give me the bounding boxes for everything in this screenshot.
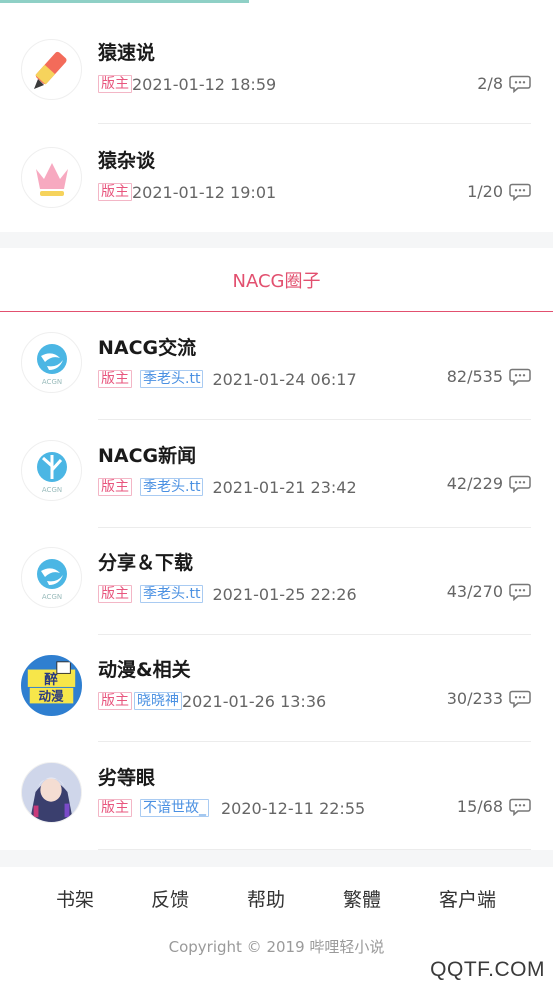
- comment-icon: [509, 75, 531, 93]
- forum-stats: 15/68: [457, 797, 531, 816]
- post-datetime: 2020-12-11 22:55: [221, 798, 366, 818]
- forum-meta: 版主 季老头.tt 2021-01-24 06:17: [98, 369, 357, 389]
- comment-icon: [509, 690, 531, 708]
- moderator-name-tag[interactable]: 季老头.tt: [140, 478, 204, 496]
- forum-stats: 82/535: [447, 367, 531, 386]
- footer-link-feedback[interactable]: 反馈: [151, 885, 189, 912]
- section-header: NACG圈子: [0, 248, 553, 312]
- acgn-logo-icon: ACGN: [21, 440, 82, 501]
- post-datetime: 2021-01-25 22:26: [212, 584, 357, 604]
- footer-link-client[interactable]: 客户端: [439, 885, 496, 912]
- post-datetime: 2021-01-12 19:01: [132, 182, 277, 202]
- forum-stats: 2/8: [477, 74, 531, 93]
- moderator-tag: 版主: [98, 478, 132, 496]
- forum-meta: 版主 晓晓神 2021-01-26 13:36: [98, 691, 326, 711]
- forum-title[interactable]: 猿杂谈: [98, 150, 155, 172]
- comment-icon: [509, 583, 531, 601]
- forum-meta: 版主 2021-01-12 19:01: [98, 182, 276, 202]
- thread-count: 15/68: [456, 797, 503, 816]
- anime-character-icon: [21, 762, 82, 823]
- forum-title[interactable]: 分享＆下载: [98, 552, 193, 574]
- top-progress-accent: [0, 0, 249, 3]
- moderator-name-tag[interactable]: 晓晓神: [134, 692, 182, 710]
- forum-meta: 版主 2021-01-12 18:59: [98, 74, 276, 94]
- thread-count: 43/270: [446, 582, 503, 601]
- forum-item-nacg-xinwen[interactable]: ACGN NACG新闻 版主 季老头.tt 2021-01-21 23:42 4…: [0, 420, 553, 528]
- forum-meta: 版主 季老头.tt 2021-01-25 22:26: [98, 584, 357, 604]
- acgn-logo-icon: ACGN: [21, 547, 82, 608]
- forum-stats: 1/20: [467, 182, 531, 201]
- moderator-tag: 版主: [98, 183, 132, 201]
- forum-title[interactable]: 猿速说: [98, 42, 155, 64]
- forum-title[interactable]: NACG新闻: [98, 445, 196, 467]
- comment-icon: [509, 798, 531, 816]
- forum-item-liedengyan[interactable]: 劣等眼 版主 不谙世故_ 2020-12-11 22:55 15/68: [0, 742, 553, 850]
- thread-count: 2/8: [477, 74, 503, 93]
- section-title: NACG圈子: [232, 270, 321, 292]
- forum-item-share-download[interactable]: ACGN 分享＆下载 版主 季老头.tt 2021-01-25 22:26 43…: [0, 527, 553, 635]
- forum-title[interactable]: NACG交流: [98, 337, 196, 359]
- svg-text:ACGN: ACGN: [41, 378, 61, 386]
- crown-icon: [21, 147, 82, 208]
- forum-stats: 43/270: [447, 582, 531, 601]
- section-divider: [0, 232, 553, 248]
- moderator-tag: 版主: [98, 692, 132, 710]
- moderator-name-tag[interactable]: 季老头.tt: [140, 370, 204, 388]
- moderator-tag: 版主: [98, 799, 132, 817]
- svg-text:动漫: 动漫: [38, 688, 64, 703]
- footer-link-bookshelf[interactable]: 书架: [56, 885, 94, 912]
- moderator-tag: 版主: [98, 585, 132, 603]
- svg-text:ACGN: ACGN: [41, 486, 61, 494]
- post-datetime: 2021-01-24 06:17: [212, 369, 357, 389]
- post-datetime: 2021-01-21 23:42: [212, 477, 357, 497]
- forum-title[interactable]: 劣等眼: [98, 767, 155, 789]
- footer-link-traditional[interactable]: 繁體: [343, 885, 381, 912]
- comment-icon: [509, 368, 531, 386]
- post-datetime: 2021-01-26 13:36: [182, 691, 327, 711]
- moderator-name-tag[interactable]: 不谙世故_: [140, 799, 209, 817]
- forum-stats: 30/233: [447, 689, 531, 708]
- forum-item-nacg-jiaoliu[interactable]: ACGN NACG交流 版主 季老头.tt 2021-01-24 06:17 8…: [0, 312, 553, 420]
- anime-sticker-icon: 醉 动漫: [21, 655, 82, 716]
- svg-text:ACGN: ACGN: [41, 593, 61, 601]
- thread-count: 82/535: [446, 367, 503, 386]
- forum-item-anime-related[interactable]: 醉 动漫 动漫&相关 版主 晓晓神 2021-01-26 13:36 30/23…: [0, 634, 553, 742]
- acgn-logo-icon: ACGN: [21, 332, 82, 393]
- footer-nav: 书架 反馈 帮助 繁體 客户端: [0, 885, 553, 925]
- moderator-tag: 版主: [98, 370, 132, 388]
- thread-count: 1/20: [467, 182, 503, 201]
- forum-item-yuansushuo[interactable]: 猿速说 版主 2021-01-12 18:59 2/8: [0, 16, 553, 124]
- copyright-text: Copyright © 2019 哔哩轻小说: [168, 938, 385, 956]
- comment-icon: [509, 183, 531, 201]
- thread-count: 30/233: [446, 689, 503, 708]
- post-datetime: 2021-01-12 18:59: [132, 74, 277, 94]
- moderator-name-tag[interactable]: 季老头.tt: [140, 585, 204, 603]
- moderator-tag: 版主: [98, 75, 132, 93]
- forum-meta: 版主 季老头.tt 2021-01-21 23:42: [98, 477, 357, 497]
- svg-text:醉: 醉: [44, 671, 58, 688]
- thread-count: 42/229: [446, 474, 503, 493]
- forum-title[interactable]: 动漫&相关: [98, 659, 191, 681]
- footer-link-help[interactable]: 帮助: [247, 885, 285, 912]
- comment-icon: [509, 475, 531, 493]
- footer-divider: [0, 850, 553, 867]
- forum-stats: 42/229: [447, 474, 531, 493]
- forum-meta: 版主 不谙世故_ 2020-12-11 22:55: [98, 798, 365, 818]
- forum-item-yuanzatan[interactable]: 猿杂谈 版主 2021-01-12 19:01 1/20: [0, 124, 553, 232]
- pencil-icon: [21, 39, 82, 100]
- watermark-text: QQTF.COM: [430, 958, 545, 981]
